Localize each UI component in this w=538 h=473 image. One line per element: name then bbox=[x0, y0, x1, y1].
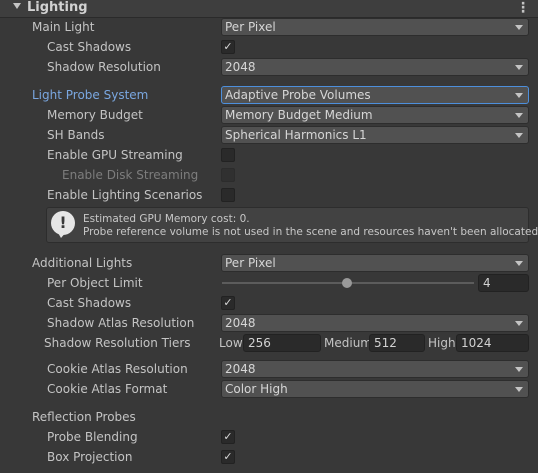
tier-high-label: High bbox=[428, 336, 456, 350]
shadow-atlas-resolution-value: 2048 bbox=[225, 316, 256, 330]
chevron-down-icon bbox=[515, 387, 523, 392]
chevron-down-icon bbox=[515, 367, 523, 372]
light-probe-system-dropdown[interactable]: Adaptive Probe Volumes bbox=[221, 86, 529, 104]
kebab-menu-icon[interactable]: ⋮ bbox=[516, 0, 530, 16]
chevron-down-icon bbox=[515, 133, 523, 138]
disk-streaming-checkbox bbox=[221, 168, 235, 182]
shadow-resolution-dropdown[interactable]: 2048 bbox=[221, 58, 529, 76]
tier-low-label: Low bbox=[219, 336, 243, 350]
checkmark-icon: ✓ bbox=[223, 450, 233, 463]
chevron-down-icon bbox=[515, 65, 523, 70]
cast-shadows-label: Cast Shadows bbox=[47, 40, 132, 54]
light-probe-system-value: Adaptive Probe Volumes bbox=[225, 88, 371, 102]
per-object-limit-label: Per Object Limit bbox=[47, 276, 143, 290]
per-object-limit-slider-thumb[interactable] bbox=[342, 278, 352, 288]
per-object-limit-field[interactable]: 4 bbox=[478, 274, 529, 292]
sh-bands-dropdown[interactable]: Spherical Harmonics L1 bbox=[221, 126, 529, 144]
additional-cast-shadows-label: Cast Shadows bbox=[47, 296, 132, 310]
lighting-scenarios-checkbox[interactable] bbox=[221, 188, 235, 202]
sh-bands-label: SH Bands bbox=[47, 128, 105, 142]
chevron-down-icon bbox=[515, 321, 523, 326]
gpu-streaming-label: Enable GPU Streaming bbox=[47, 148, 183, 162]
box-projection-checkbox[interactable]: ✓ bbox=[221, 450, 235, 464]
reflection-probes-label: Reflection Probes bbox=[32, 410, 136, 424]
tier-low-field[interactable]: 256 bbox=[243, 334, 321, 352]
memory-budget-label: Memory Budget bbox=[47, 108, 143, 122]
help-text-line-1: Estimated GPU Memory cost: 0. bbox=[83, 213, 250, 225]
cast-shadows-checkbox[interactable]: ✓ bbox=[221, 40, 235, 54]
light-probe-system-label: Light Probe System bbox=[32, 88, 149, 102]
cookie-atlas-format-value: Color High bbox=[225, 382, 288, 396]
main-light-dropdown[interactable]: Per Pixel bbox=[221, 18, 529, 36]
main-light-value: Per Pixel bbox=[225, 20, 276, 34]
additional-cast-shadows-checkbox[interactable]: ✓ bbox=[221, 296, 235, 310]
additional-lights-label: Additional Lights bbox=[32, 256, 133, 270]
checkmark-icon: ✓ bbox=[223, 40, 233, 53]
shadow-resolution-value: 2048 bbox=[225, 60, 256, 74]
disk-streaming-label: Enable Disk Streaming bbox=[62, 168, 199, 182]
checkmark-icon: ✓ bbox=[223, 296, 233, 309]
shadow-resolution-label: Shadow Resolution bbox=[47, 60, 161, 74]
cookie-atlas-format-dropdown[interactable]: Color High bbox=[221, 380, 529, 398]
gpu-streaming-checkbox[interactable] bbox=[221, 148, 235, 162]
chevron-down-icon bbox=[515, 261, 523, 266]
probe-blending-checkbox[interactable]: ✓ bbox=[221, 430, 235, 444]
tier-medium-field[interactable]: 512 bbox=[369, 334, 425, 352]
sh-bands-value: Spherical Harmonics L1 bbox=[225, 128, 367, 142]
chevron-down-icon bbox=[515, 113, 523, 118]
shadow-atlas-resolution-dropdown[interactable]: 2048 bbox=[221, 314, 529, 332]
help-box: ! Estimated GPU Memory cost: 0. Probe re… bbox=[46, 207, 538, 243]
checkmark-icon: ✓ bbox=[223, 430, 233, 443]
cookie-atlas-resolution-value: 2048 bbox=[225, 362, 256, 376]
probe-blending-label: Probe Blending bbox=[47, 430, 138, 444]
additional-lights-dropdown[interactable]: Per Pixel bbox=[221, 254, 529, 272]
tier-high-field[interactable]: 1024 bbox=[456, 334, 529, 352]
cookie-atlas-resolution-dropdown[interactable]: 2048 bbox=[221, 360, 529, 378]
cookie-atlas-format-label: Cookie Atlas Format bbox=[47, 382, 168, 396]
main-light-label: Main Light bbox=[32, 20, 95, 34]
shadow-resolution-tiers-label: Shadow Resolution Tiers bbox=[44, 336, 191, 350]
tier-medium-label: Medium bbox=[324, 336, 372, 350]
warning-icon-tail bbox=[57, 231, 67, 238]
memory-budget-value: Memory Budget Medium bbox=[225, 108, 373, 122]
cookie-atlas-resolution-label: Cookie Atlas Resolution bbox=[47, 362, 188, 376]
foldout-arrow-icon[interactable] bbox=[13, 3, 21, 9]
chevron-down-icon bbox=[515, 25, 523, 30]
additional-lights-value: Per Pixel bbox=[225, 256, 276, 270]
shadow-atlas-resolution-label: Shadow Atlas Resolution bbox=[47, 316, 195, 330]
chevron-down-icon bbox=[515, 93, 523, 98]
help-text-line-2: Probe reference volume is not used in th… bbox=[83, 226, 538, 238]
lighting-scenarios-label: Enable Lighting Scenarios bbox=[47, 188, 203, 202]
section-title: Lighting bbox=[27, 0, 88, 15]
box-projection-label: Box Projection bbox=[47, 450, 133, 464]
memory-budget-dropdown[interactable]: Memory Budget Medium bbox=[221, 106, 529, 124]
